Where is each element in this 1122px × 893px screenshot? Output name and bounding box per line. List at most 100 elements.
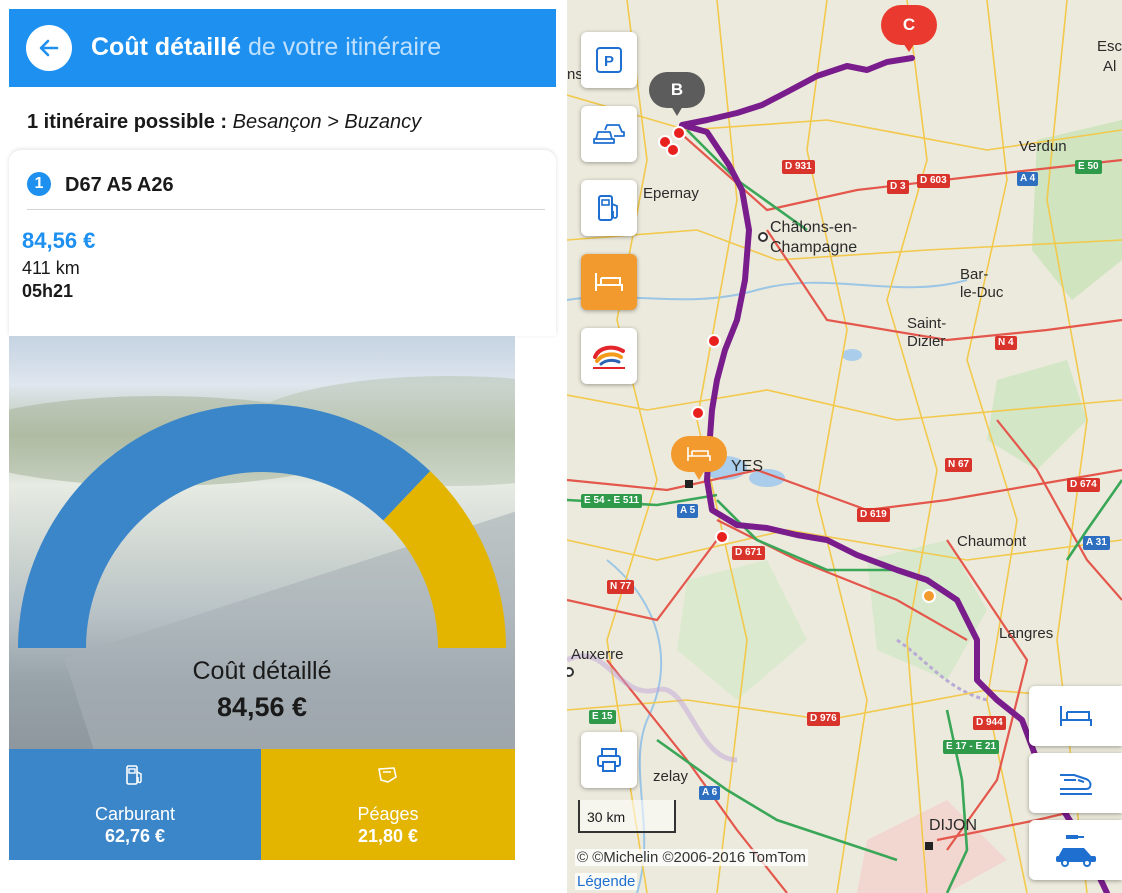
poi-marker[interactable] xyxy=(672,126,686,140)
destination-c-marker[interactable]: C xyxy=(881,5,937,45)
car-rental-icon xyxy=(1055,835,1096,867)
totalenergies-button[interactable] xyxy=(581,328,637,384)
city-marker xyxy=(758,232,768,242)
route-map[interactable]: Epernay Châlons-en- Champagne Bar- le-Du… xyxy=(567,0,1122,893)
road-shield: D 944 xyxy=(973,716,1006,730)
toll-cost-tile: Péages 21,80 € xyxy=(261,749,515,860)
legend-link[interactable]: Légende xyxy=(575,873,638,890)
road-shield: E 15 xyxy=(589,710,616,724)
printer-icon xyxy=(597,748,621,772)
print-button[interactable] xyxy=(581,732,637,788)
route-cost: 84,56 € xyxy=(22,228,96,253)
city-marker xyxy=(925,842,933,850)
car-traffic-icon xyxy=(593,124,625,144)
fuel-pump-icon xyxy=(126,765,142,785)
city-label: Auxerre xyxy=(571,646,624,663)
hotel-bed-icon xyxy=(1059,706,1092,726)
city-marker xyxy=(685,480,693,488)
road-shield: D 3 xyxy=(887,180,909,194)
arrow-left-icon xyxy=(39,39,59,57)
fuel-label: Carburant xyxy=(94,804,176,824)
road-shield: N 67 xyxy=(945,458,973,472)
page-title-bold: Coût détaillé xyxy=(91,33,242,61)
car-rental-button[interactable] xyxy=(1029,820,1122,880)
gauge-label: Coût détaillé xyxy=(192,657,332,685)
road-shield: D 976 xyxy=(807,712,840,726)
itinerary-route: Besançon > Buzancy xyxy=(232,111,422,133)
gauge-fuel-arc xyxy=(18,404,431,648)
itinerary-count-label: 1 itinéraire possible : xyxy=(27,111,228,133)
fuel-cost-tile: Carburant 62,76 € xyxy=(9,749,261,860)
hotel-bed-icon xyxy=(595,273,623,291)
poi-marker[interactable] xyxy=(691,406,705,420)
road-shield: D 931 xyxy=(782,160,815,174)
route-distance: 411 km xyxy=(22,258,80,278)
cost-gauge: Coût détaillé 84,56 € xyxy=(9,336,515,749)
city-label: Esc xyxy=(1097,38,1122,55)
header-bar: Coût détaillé de votre itinéraire xyxy=(9,9,556,87)
road-shield: D 674 xyxy=(1067,478,1100,492)
hotel-bed-icon xyxy=(687,447,711,461)
page-title: Coût détaillé de votre itinéraire xyxy=(91,31,441,63)
road-shield: D 603 xyxy=(917,174,950,188)
road-shield: D 671 xyxy=(732,546,765,560)
page-title-light: de votre itinéraire xyxy=(247,33,442,61)
cost-breakdown: Carburant 62,76 € Péages 21,80 € xyxy=(9,749,515,860)
city-label: Châlons-en- xyxy=(770,219,858,236)
city-label: YES xyxy=(731,458,764,475)
road-shield: E 54 - E 511 xyxy=(581,494,643,508)
road-shield: N 77 xyxy=(607,580,635,594)
city-label: zelay xyxy=(653,768,689,785)
hotel-marker[interactable] xyxy=(671,436,727,472)
fuel-value: 62,76 € xyxy=(104,826,166,846)
train-icon xyxy=(1059,774,1092,795)
parking-icon: P xyxy=(596,47,622,73)
city-label: Verdun xyxy=(1019,138,1067,155)
hotel-button[interactable] xyxy=(581,254,637,310)
city-label: Langres xyxy=(999,625,1054,642)
road-shield: A 5 xyxy=(677,504,699,518)
hotel-search-button[interactable] xyxy=(1029,686,1122,746)
road-shield: E 50 xyxy=(1075,160,1102,174)
road-shield: D 619 xyxy=(857,508,890,522)
route-duration: 05h21 xyxy=(22,281,74,301)
poi-marker[interactable] xyxy=(707,334,721,348)
gauge-total: 84,56 € xyxy=(216,692,308,722)
city-label: Chaumont xyxy=(957,533,1027,550)
parking-button[interactable]: P xyxy=(581,32,637,88)
totalenergies-logo xyxy=(593,345,625,369)
divider xyxy=(27,209,545,210)
poi-marker[interactable] xyxy=(715,530,729,544)
toll-label: Péages xyxy=(357,804,419,824)
road-shield: E 17 - E 21 xyxy=(943,740,1000,754)
road-shield: A 4 xyxy=(1017,172,1039,186)
city-label: Saint- xyxy=(907,315,947,332)
lake xyxy=(842,349,862,361)
toll-value: 21,80 € xyxy=(357,826,419,846)
back-button[interactable] xyxy=(26,25,72,71)
city-label: Champagne xyxy=(770,239,858,256)
city-label: le-Duc xyxy=(960,284,1004,301)
road-shield: A 31 xyxy=(1083,536,1110,550)
fuel-station-button[interactable] xyxy=(581,180,637,236)
svg-text:P: P xyxy=(604,53,614,70)
traffic-button[interactable] xyxy=(581,106,637,162)
poi-marker[interactable] xyxy=(666,143,680,157)
city-label: Dizier xyxy=(907,333,946,350)
road-shield: N 4 xyxy=(995,336,1017,350)
toll-ticket-icon xyxy=(378,767,397,783)
city-label: Bar- xyxy=(960,266,989,283)
fuel-station-icon xyxy=(598,195,618,221)
route-number-badge: 1 xyxy=(27,172,51,196)
city-label: DIJON xyxy=(929,817,977,834)
scale-label: 30 km xyxy=(587,809,626,825)
road-shield: A 6 xyxy=(699,786,721,800)
poi-marker[interactable] xyxy=(922,589,936,603)
train-button[interactable] xyxy=(1029,753,1122,813)
city-label: Al xyxy=(1103,58,1117,75)
city-marker xyxy=(567,667,574,677)
map-copyright: © ©Michelin ©2006-2016 TomTom xyxy=(575,849,808,866)
waypoint-b-marker[interactable]: B xyxy=(649,72,705,108)
route-name: D67 A5 A26 xyxy=(65,174,174,196)
route-card[interactable]: 1 D67 A5 A26 84,56 € 411 km 05h21 xyxy=(9,150,556,336)
